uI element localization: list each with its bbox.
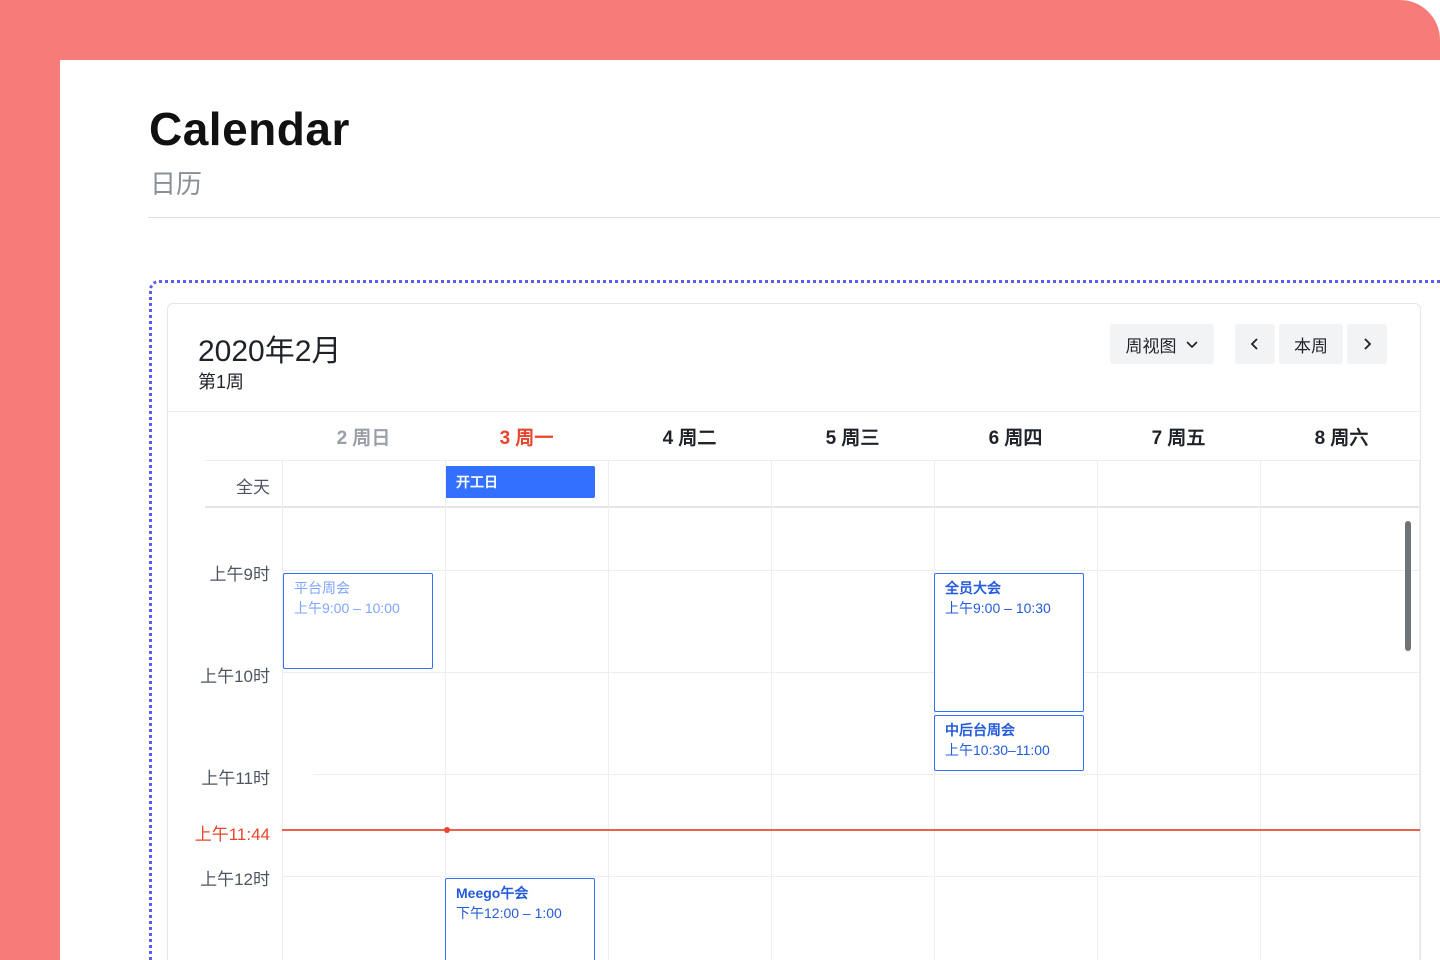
calendar-month: 2020年2月 [198,335,342,368]
day-header-wed[interactable]: 5 周三 [771,412,934,460]
event-time: 上午9:00 – 10:30 [945,600,1051,616]
allday-label: 全天 [236,477,270,497]
event-time: 上午10:30–11:00 [945,742,1050,758]
time-label-12: 上午12时 [200,870,270,889]
page-subtitle: 日历 [150,169,203,199]
this-week-button[interactable]: 本周 [1279,324,1343,364]
calendar-card: 2020年2月 第1周 周视图 本周 2 周日 3 周一 4 周二 5 周三 6… [167,303,1421,960]
time-label-11: 上午11时 [201,769,270,788]
current-time-line [282,829,1420,831]
allday-row-bottom-border [205,506,1420,508]
hour-line-10 [282,672,1420,673]
day-header-sat[interactable]: 8 周六 [1260,412,1420,460]
day-header-thu[interactable]: 6 周四 [934,412,1097,460]
day-header-tue[interactable]: 4 周二 [608,412,771,460]
current-time-dot [444,827,450,833]
grid-column-divider [282,460,283,960]
event-card[interactable]: 中后台周会 上午10:30–11:00 [934,715,1084,771]
time-label-10: 上午10时 [200,667,270,686]
current-time-label: 上午11:44 [194,825,270,844]
event-title: 平台周会 [294,580,350,596]
event-time: 上午9:00 – 10:00 [294,600,400,616]
calendar-week-number: 第1周 [198,372,245,392]
view-switch-label: 周视图 [1125,336,1177,356]
view-switch-dropdown[interactable]: 周视图 [1110,324,1214,364]
next-week-button[interactable] [1347,324,1387,364]
page-title: Calendar [149,103,350,155]
day-header-fri[interactable]: 7 周五 [1097,412,1260,460]
event-card[interactable]: Meego午会 下午12:00 – 1:00 [445,878,595,960]
event-card[interactable]: 平台周会 上午9:00 – 10:00 [283,573,433,669]
chevron-left-icon [1248,337,1262,351]
chevron-down-icon [1185,337,1199,351]
day-header-mon[interactable]: 3 周一 [445,412,608,460]
hour-line-11 [313,774,1420,775]
event-title: Meego午会 [456,885,529,901]
allday-event[interactable]: 开工日 [445,466,595,498]
vertical-scrollbar[interactable] [1405,521,1411,651]
event-card[interactable]: 全员大会 上午9:00 – 10:30 [934,573,1084,712]
event-time: 下午12:00 – 1:00 [456,905,562,921]
hour-line-12 [282,876,1420,877]
grid-column-divider [1419,460,1420,960]
hour-line-9 [282,570,1420,571]
title-divider [148,217,1440,218]
grid-column-divider [771,460,772,960]
grid-column-divider [608,460,609,960]
event-title: 全员大会 [945,580,1001,596]
previous-week-button[interactable] [1235,324,1275,364]
page: Calendar 日历 2020年2月 第1周 周视图 本周 2 周日 3 周一… [60,60,1440,960]
event-title: 中后台周会 [945,722,1015,738]
day-header-sun[interactable]: 2 周日 [282,412,445,460]
allday-row-top-border [205,460,1420,461]
chevron-right-icon [1360,337,1374,351]
grid-column-divider [1097,460,1098,960]
grid-column-divider [1260,460,1261,960]
time-label-9: 上午9时 [209,565,270,584]
